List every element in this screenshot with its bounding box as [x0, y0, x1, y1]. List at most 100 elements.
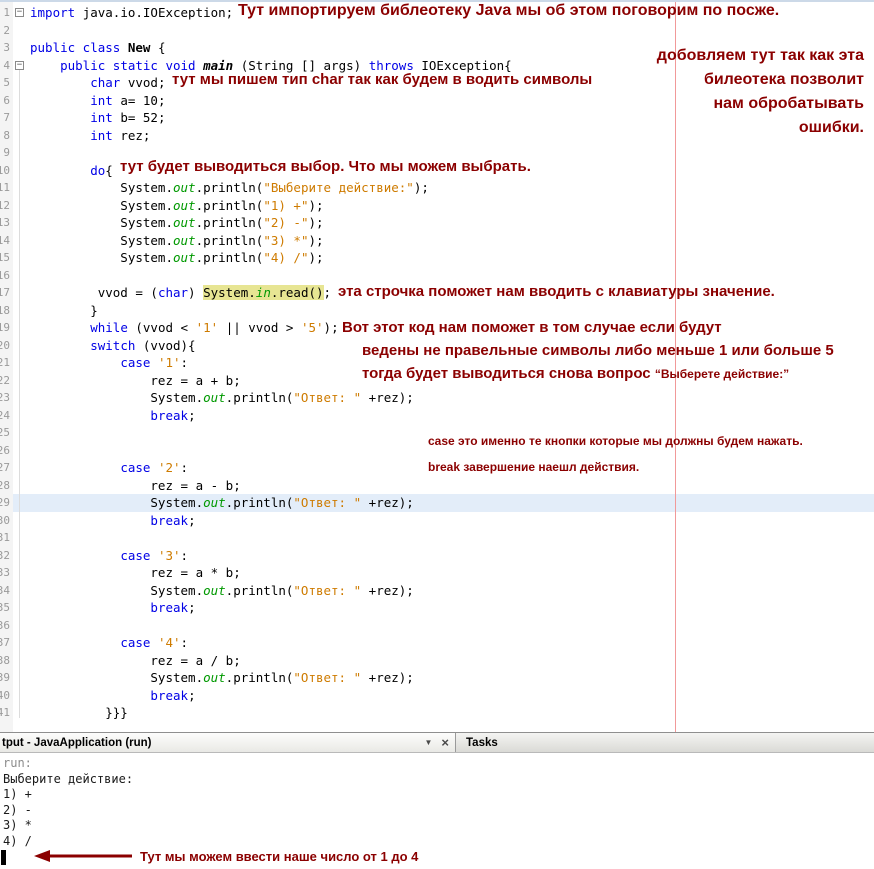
line-number[interactable]: 1 [0, 4, 10, 22]
line-number[interactable]: 3 [0, 39, 10, 57]
code-line[interactable] [0, 267, 874, 285]
line-number[interactable]: 12 [0, 197, 10, 215]
line-number[interactable]: 24 [0, 407, 10, 425]
annotation-break-note: break завершение наешл действия. [428, 460, 639, 474]
line-number[interactable]: 16 [0, 267, 10, 285]
line-number[interactable]: 31 [0, 529, 10, 547]
code-line[interactable]: System.out.println("1) +"); [0, 197, 874, 215]
line-number-gutter[interactable]: 1234567891011121314151617181920212223242… [0, 0, 13, 732]
annotation-arrow [34, 849, 136, 863]
line-number[interactable]: 10 [0, 162, 10, 180]
annotation-char-note: тут мы пишем тип char так как будем в во… [172, 71, 592, 88]
line-number[interactable]: 4 [0, 57, 10, 75]
ide-screen: import java.io.IOException;public class … [0, 0, 874, 869]
annotation-case-note: case это именно те кнопки которые мы дол… [428, 434, 803, 448]
code-line[interactable]: System.out.println("Выберите действие:")… [0, 179, 874, 197]
line-number[interactable]: 13 [0, 214, 10, 232]
line-number[interactable]: 27 [0, 459, 10, 477]
code-line[interactable]: case '3': [0, 547, 874, 565]
line-number[interactable]: 35 [0, 599, 10, 617]
tab-close-icon[interactable]: × [441, 738, 449, 748]
line-number[interactable]: 30 [0, 512, 10, 530]
line-number[interactable]: 38 [0, 652, 10, 670]
line-number[interactable]: 22 [0, 372, 10, 390]
tasks-tab[interactable]: Tasks [456, 733, 508, 752]
code-line[interactable]: break; [0, 512, 874, 530]
code-line[interactable]: System.out.println("Ответ: " +rez); [0, 494, 874, 512]
line-number[interactable]: 37 [0, 634, 10, 652]
code-line[interactable]: System.out.println("Ответ: " +rez); [0, 389, 874, 407]
annotation-quote: “Выберете действие:” [655, 367, 789, 381]
line-number[interactable]: 28 [0, 477, 10, 495]
annotation-do-note: тут будет выводиться выбор. Что мы можем… [120, 158, 531, 175]
line-number[interactable]: 21 [0, 354, 10, 372]
annotation-line: добовляем тут так как эта [657, 44, 864, 68]
code-line[interactable] [0, 22, 874, 40]
output-tab-label: tput - JavaApplication (run) [2, 737, 152, 749]
output-console-lines: run:Выберите действие:1) +2) -3) *4) / [3, 756, 874, 849]
text-caret [1, 850, 6, 865]
console-line: Выберите действие: [3, 772, 874, 788]
console-line: 3) * [3, 818, 874, 834]
code-line[interactable] [0, 529, 874, 547]
annotation-line: билеотека позволит [657, 68, 864, 92]
code-line[interactable]: System.out.println("Ответ: " +rez); [0, 582, 874, 600]
line-number[interactable]: 19 [0, 319, 10, 337]
code-line[interactable]: rez = a - b; [0, 477, 874, 495]
line-number[interactable]: 32 [0, 547, 10, 565]
fold-collapse-icon[interactable]: − [15, 8, 24, 17]
code-line[interactable]: break; [0, 599, 874, 617]
line-number[interactable]: 41 [0, 704, 10, 722]
code-line[interactable]: System.out.println("Ответ: " +rez); [0, 669, 874, 687]
line-number[interactable]: 23 [0, 389, 10, 407]
code-line[interactable]: rez = a / b; [0, 652, 874, 670]
code-editor[interactable]: import java.io.IOException;public class … [0, 0, 874, 732]
code-line[interactable]: System.out.println("4) /"); [0, 249, 874, 267]
code-line[interactable]: }}} [0, 704, 874, 722]
line-number[interactable]: 11 [0, 179, 10, 197]
line-number[interactable]: 7 [0, 109, 10, 127]
arrow-left-icon [34, 849, 136, 863]
annotation-text: тогда будет выводиться снова вопрос [362, 365, 651, 382]
console-line: 2) - [3, 803, 874, 819]
annotation-line: нам обробатывать [657, 92, 864, 116]
line-number[interactable]: 17 [0, 284, 10, 302]
annotation-read-note: эта строчка поможет нам вводить с клавиа… [338, 283, 775, 300]
line-number[interactable]: 2 [0, 22, 10, 40]
annotation-line: ошибки. [657, 116, 864, 140]
line-number[interactable]: 36 [0, 617, 10, 635]
code-line[interactable]: case '4': [0, 634, 874, 652]
tab-dropdown-icon[interactable]: ▼ [424, 738, 432, 747]
line-number-gutter-inner: 1234567891011121314151617181920212223242… [0, 4, 10, 722]
output-tab[interactable]: tput - JavaApplication (run) ▼ × [0, 733, 456, 752]
code-line[interactable]: break; [0, 687, 874, 705]
line-number[interactable]: 9 [0, 144, 10, 162]
annotation-import-note: Тут импортируем библеотеку Java мы об эт… [238, 2, 779, 20]
annotation-line: ведены не правельные символы либо меньше… [362, 339, 834, 362]
code-line[interactable]: rez = a * b; [0, 564, 874, 582]
annotation-input-note: Тут мы можем ввести наше число от 1 до 4 [140, 849, 418, 864]
line-number[interactable]: 34 [0, 582, 10, 600]
line-number[interactable]: 18 [0, 302, 10, 320]
line-number[interactable]: 29 [0, 494, 10, 512]
output-window-header: tput - JavaApplication (run) ▼ × Tasks [0, 732, 874, 753]
line-number[interactable]: 26 [0, 442, 10, 460]
line-number[interactable]: 15 [0, 249, 10, 267]
line-number[interactable]: 5 [0, 74, 10, 92]
line-number[interactable]: 39 [0, 669, 10, 687]
line-number[interactable]: 33 [0, 564, 10, 582]
fold-guide-line [19, 70, 20, 718]
annotation-library-note: добовляем тут так как эта билеотека позв… [657, 44, 864, 140]
line-number[interactable]: 6 [0, 92, 10, 110]
code-line[interactable]: break; [0, 407, 874, 425]
code-line[interactable]: System.out.println("2) -"); [0, 214, 874, 232]
line-number[interactable]: 14 [0, 232, 10, 250]
line-number[interactable]: 8 [0, 127, 10, 145]
line-number[interactable]: 20 [0, 337, 10, 355]
line-number[interactable]: 25 [0, 424, 10, 442]
fold-collapse-icon[interactable]: − [15, 61, 24, 70]
code-line[interactable] [0, 617, 874, 635]
line-number[interactable]: 40 [0, 687, 10, 705]
code-line[interactable]: System.out.println("3) *"); [0, 232, 874, 250]
console-line: run: [3, 756, 874, 772]
